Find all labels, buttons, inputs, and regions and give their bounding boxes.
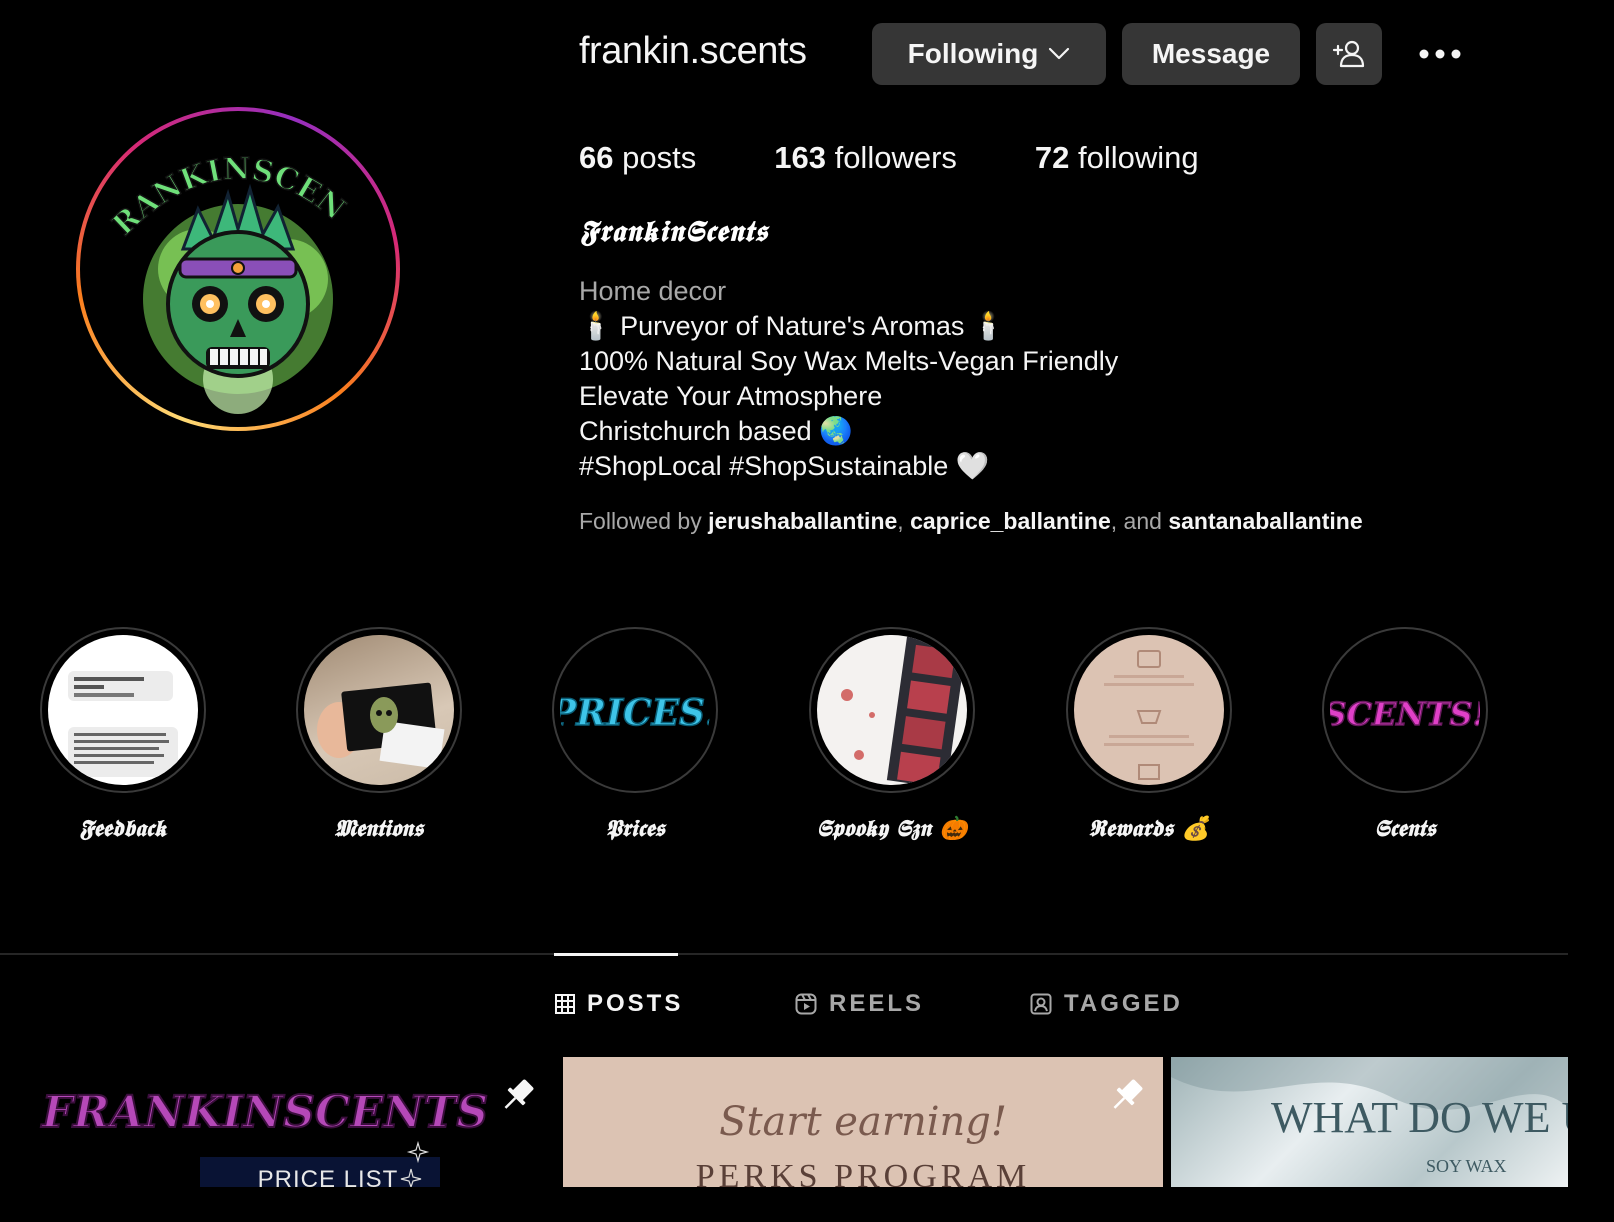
highlight-feedback[interactable]: 𝕱𝖊𝖊𝖉𝖇𝖆𝖈𝖐 <box>40 627 206 842</box>
profile-stats: 66 posts 163 followers 72 following <box>579 140 1277 176</box>
highlight-image <box>1074 635 1224 785</box>
highlight-label: 𝕾𝖕𝖔𝖔𝖐𝖞 𝕾𝖟𝖓 🎃 <box>816 815 968 842</box>
followers-link[interactable]: 163 followers <box>774 140 957 176</box>
highlight-label: 𝕻𝖗𝖎𝖈𝖊𝖘 <box>605 815 665 842</box>
more-options-button[interactable] <box>1412 32 1468 76</box>
tab-tagged[interactable]: TAGGED <box>1030 990 1183 1018</box>
profile-category: Home decor <box>579 276 727 306</box>
post-subtitle: SOY WAX <box>1426 1156 1507 1176</box>
post-title: WHAT DO WE U <box>1271 1093 1568 1142</box>
post-thumbnail[interactable]: WHAT DO WE U SOY WAX <box>1171 1057 1568 1187</box>
highlight-label: 𝕱𝖊𝖊𝖉𝖇𝖆𝖈𝖐 <box>79 815 167 842</box>
highlight-label: 𝕽𝖊𝖜𝖆𝖗𝖉𝖘 💰 <box>1088 815 1210 842</box>
followed-by-user[interactable]: santanaballantine <box>1168 508 1362 534</box>
profile-page: FRANKINSCENTS frankin.scents Following M… <box>0 0 1568 1187</box>
tab-reels[interactable]: REELS <box>795 990 924 1018</box>
post-title: FRANKINSCENTS <box>40 1087 488 1138</box>
tab-posts[interactable]: POSTS <box>555 990 683 1018</box>
avatar-image: FRANKINSCENTS <box>80 111 396 427</box>
chevron-down-icon <box>1049 47 1070 60</box>
highlight-cover <box>809 627 975 793</box>
active-tab-indicator <box>554 953 678 956</box>
followed-by-user[interactable]: caprice_ballantine <box>910 508 1111 534</box>
highlight-image <box>817 635 967 785</box>
bio-line: 100% Natural Soy Wax Melts-Vegan Friendl… <box>579 346 1119 376</box>
suggest-users-button[interactable] <box>1316 23 1382 85</box>
highlight-art-text: SCENTS! <box>1330 695 1480 733</box>
post-title: PERKS PROGRAM <box>696 1158 1030 1187</box>
post-script-title: Start earning! <box>719 1099 1007 1145</box>
highlight-cover <box>40 627 206 793</box>
grid-icon <box>555 994 575 1014</box>
highlight-cover: SCENTS! <box>1322 627 1488 793</box>
profile-avatar[interactable]: FRANKINSCENTS <box>76 107 400 431</box>
tagged-icon <box>1030 993 1052 1015</box>
followed-by-text[interactable]: Followed by jerushaballantine, caprice_b… <box>579 508 1363 535</box>
following-button[interactable]: Following <box>872 23 1106 85</box>
post-thumbnail[interactable]: Start earning! PERKS PROGRAM <box>563 1057 1163 1187</box>
bio-line: 🕯️ Purveyor of Nature's Aromas 🕯️ <box>579 311 1006 341</box>
more-icon <box>1419 49 1461 59</box>
bio-line: #ShopLocal #ShopSustainable 🤍 <box>579 451 990 481</box>
highlight-mentions[interactable]: 𝕸𝖊𝖓𝖙𝖎𝖔𝖓𝖘 <box>296 627 462 842</box>
highlight-spooky-szn[interactable]: 𝕾𝖕𝖔𝖔𝖐𝖞 𝕾𝖟𝖓 🎃 <box>809 627 975 842</box>
highlight-cover: PRICES! <box>552 627 718 793</box>
highlight-image <box>304 635 454 785</box>
bio-line: Christchurch based 🌏 <box>579 416 853 446</box>
profile-bio: Home decor 🕯️ Purveyor of Nature's Aroma… <box>579 274 1118 484</box>
following-link[interactable]: 72 following <box>1035 140 1199 176</box>
highlight-scents[interactable]: SCENTS! 𝕾𝖈𝖊𝖓𝖙𝖘 <box>1322 627 1488 842</box>
highlight-label: 𝕾𝖈𝖊𝖓𝖙𝖘 <box>1374 815 1436 842</box>
tabs-divider <box>0 953 1568 955</box>
following-button-label: Following <box>907 38 1039 69</box>
message-button-label: Message <box>1151 38 1271 69</box>
add-user-icon <box>1332 40 1365 68</box>
highlight-label: 𝕸𝖊𝖓𝖙𝖎𝖔𝖓𝖘 <box>334 815 424 842</box>
highlight-image <box>48 635 198 785</box>
highlight-image: SCENTS! <box>1330 635 1480 785</box>
highlight-image: PRICES! <box>560 635 710 785</box>
highlight-cover <box>1066 627 1232 793</box>
post-thumbnail[interactable]: FRANKINSCENTS PRICE LIST <box>0 1057 556 1187</box>
profile-display-name: 𝕱𝖗𝖆𝖓𝖐𝖎𝖓𝕾𝖈𝖊𝖓𝖙𝖘 <box>580 214 769 248</box>
profile-username: frankin.scents <box>579 30 807 72</box>
pin-icon <box>1113 1079 1143 1109</box>
highlight-prices[interactable]: PRICES! 𝕻𝖗𝖎𝖈𝖊𝖘 <box>552 627 718 842</box>
message-button[interactable]: Message <box>1122 23 1300 85</box>
post-subtitle: PRICE LIST <box>258 1166 399 1187</box>
pin-icon <box>504 1079 534 1109</box>
highlight-art-text: PRICES! <box>560 692 710 734</box>
bio-line: Elevate Your Atmosphere <box>579 381 883 411</box>
posts-count: 66 posts <box>579 140 697 175</box>
followed-by-user[interactable]: jerushaballantine <box>708 508 897 534</box>
highlight-rewards[interactable]: 𝕽𝖊𝖜𝖆𝖗𝖉𝖘 💰 <box>1066 627 1232 842</box>
highlight-cover <box>296 627 462 793</box>
reels-icon <box>795 993 817 1015</box>
